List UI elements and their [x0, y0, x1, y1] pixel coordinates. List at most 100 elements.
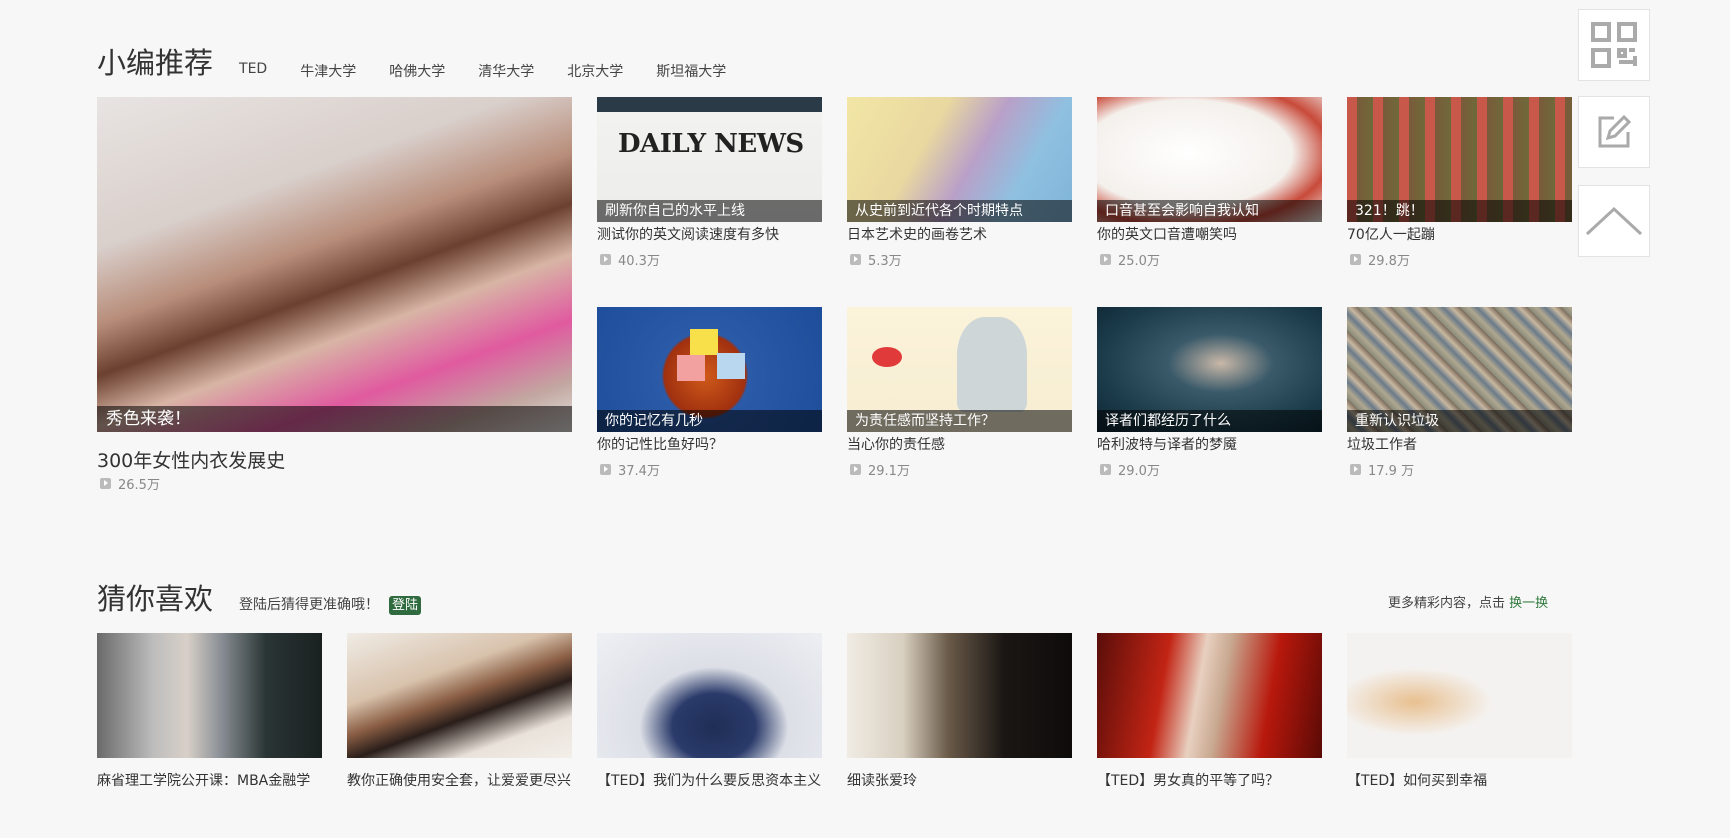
card-caption: 从史前到近代各个时期特点: [847, 200, 1072, 222]
recommendation-title[interactable]: 麻省理工学院公开课：MBA金融学: [97, 771, 322, 791]
card-thumbnail[interactable]: 口音甚至会影响自我认知: [1097, 97, 1322, 222]
back-to-top-button[interactable]: [1578, 185, 1650, 257]
tab-oxford[interactable]: 牛津大学: [300, 61, 356, 81]
play-count-icon: [1100, 254, 1111, 265]
card-title[interactable]: 你的记性比鱼好吗？: [597, 434, 723, 454]
card-caption: 译者们都经历了什么: [1097, 410, 1322, 432]
refresh-button[interactable]: 换一换: [1509, 596, 1548, 611]
play-count-icon: [1350, 464, 1361, 475]
rec-image: [347, 633, 572, 758]
card-caption: 重新认识垃圾: [1347, 410, 1572, 432]
qr-code-button[interactable]: [1578, 9, 1650, 81]
play-count-icon: [100, 478, 111, 489]
card-thumbnail[interactable]: DAILY NEWS 刷新你自己的水平上线: [597, 97, 822, 222]
play-count-icon: [850, 254, 861, 265]
recommendation-title[interactable]: 【TED】如何买到幸福: [1347, 771, 1572, 791]
card-title[interactable]: 当心你的责任感: [847, 434, 945, 454]
card-thumbnail[interactable]: 为责任感而坚持工作？: [847, 307, 1072, 432]
card-title[interactable]: 你的英文口音遭嘲笑吗: [1097, 224, 1237, 244]
tab-stanford[interactable]: 斯坦福大学: [656, 61, 726, 81]
view-count: 26.5万: [118, 478, 160, 493]
card-views: 25.0万: [1100, 250, 1160, 269]
recommendation-thumbnail[interactable]: [847, 633, 1072, 758]
play-count-icon: [1350, 254, 1361, 265]
card-thumbnail[interactable]: 重新认识垃圾: [1347, 307, 1572, 432]
back-to-top-icon: [1585, 206, 1643, 236]
doctor-figure: [957, 317, 1027, 412]
card-thumbnail[interactable]: 译者们都经历了什么: [1097, 307, 1322, 432]
card-caption: 为责任感而坚持工作？: [847, 410, 1072, 432]
card-title[interactable]: 日本艺术史的画卷艺术: [847, 224, 987, 244]
more-text: 更多精彩内容，点击: [1388, 596, 1506, 611]
sticky-note: [677, 355, 705, 381]
tab-ted[interactable]: TED: [239, 61, 267, 81]
card-views: 37.4万: [600, 460, 660, 479]
recommendation-title[interactable]: 细读张爱玲: [847, 771, 1072, 791]
feedback-button[interactable]: [1578, 96, 1650, 168]
card-thumbnail[interactable]: 你的记忆有几秒: [597, 307, 822, 432]
card-views: 29.8万: [1350, 250, 1410, 269]
recommendation-thumbnail[interactable]: [97, 633, 322, 758]
section-title: 猜你喜欢: [97, 582, 214, 616]
card-title[interactable]: 哈利波特与译者的梦魇: [1097, 434, 1237, 454]
card-caption: 口音甚至会影响自我认知: [1097, 200, 1322, 222]
login-hint: 登陆后猜得更准确哦！: [239, 597, 380, 613]
card-title[interactable]: 测试你的英文阅读速度有多快: [597, 224, 779, 244]
card-caption: 321！跳！: [1347, 200, 1572, 222]
card-views: 29.1万: [850, 460, 910, 479]
featured-image: [97, 97, 572, 432]
view-count: 17.9 万: [1368, 464, 1415, 479]
editor-picks-header: 小编推荐 TED 牛津大学 哈佛大学 清华大学 北京大学 斯坦福大学: [97, 40, 759, 82]
view-count: 29.0万: [1118, 464, 1160, 479]
recommendation-title[interactable]: 【TED】男女真的平等了吗？: [1097, 771, 1322, 791]
recommendation-thumbnail[interactable]: [1097, 633, 1322, 758]
recommendation-thumbnail[interactable]: [347, 633, 572, 758]
heart-shape: [872, 347, 902, 367]
card-thumbnail[interactable]: 321！跳！: [1347, 97, 1572, 222]
card-views: 29.0万: [1100, 460, 1160, 479]
view-count: 25.0万: [1118, 254, 1160, 269]
view-count: 29.1万: [868, 464, 910, 479]
more-content: 更多精彩内容，点击 换一换: [1388, 592, 1548, 611]
login-button[interactable]: 登陆: [389, 596, 422, 615]
card-title[interactable]: 垃圾工作者: [1347, 434, 1417, 454]
guess-you-like-header: 猜你喜欢 登陆后猜得更准确哦！ 登陆: [97, 576, 422, 618]
view-count: 40.3万: [618, 254, 660, 269]
card-thumbnail[interactable]: 从史前到近代各个时期特点: [847, 97, 1072, 222]
play-count-icon: [1100, 464, 1111, 475]
rec-image: [597, 633, 822, 758]
view-count: 37.4万: [618, 464, 660, 479]
featured-views: 26.5万: [100, 474, 160, 493]
rec-image: [1097, 633, 1322, 758]
play-count-icon: [600, 464, 611, 475]
card-views: 40.3万: [600, 250, 660, 269]
section-title: 小编推荐: [97, 46, 214, 80]
sticky-note: [690, 329, 718, 355]
rec-image: [97, 633, 322, 758]
play-count-icon: [600, 254, 611, 265]
rec-image: [1347, 633, 1572, 758]
category-tabs: TED 牛津大学 哈佛大学 清华大学 北京大学 斯坦福大学: [239, 61, 759, 81]
recommendation-thumbnail[interactable]: [1347, 633, 1572, 758]
view-count: 5.3万: [868, 254, 902, 269]
view-count: 29.8万: [1368, 254, 1410, 269]
tab-tsinghua[interactable]: 清华大学: [478, 61, 534, 81]
card-caption: 你的记忆有几秒: [597, 410, 822, 432]
card-views: 17.9 万: [1350, 460, 1414, 479]
tab-harvard[interactable]: 哈佛大学: [389, 61, 445, 81]
play-count-icon: [850, 464, 861, 475]
recommendation-title[interactable]: 教你正确使用安全套，让爱爱更尽兴: [347, 771, 572, 791]
sticky-note: [717, 353, 745, 379]
card-title[interactable]: 70亿人一起蹦: [1347, 224, 1435, 244]
featured-thumbnail[interactable]: 秀色来袭！: [97, 97, 572, 432]
card-caption: 刷新你自己的水平上线: [597, 200, 822, 222]
card-views: 5.3万: [850, 250, 902, 269]
tab-peking[interactable]: 北京大学: [567, 61, 623, 81]
edit-icon: [1598, 114, 1632, 148]
qr-code-icon: [1591, 22, 1637, 68]
recommendation-thumbnail[interactable]: [597, 633, 822, 758]
featured-title[interactable]: 300年女性内衣发展史: [97, 446, 285, 473]
rec-image: [847, 633, 1072, 758]
newspaper-headline: DAILY NEWS: [618, 129, 804, 159]
recommendation-title[interactable]: 【TED】我们为什么要反思资本主义: [597, 771, 822, 791]
